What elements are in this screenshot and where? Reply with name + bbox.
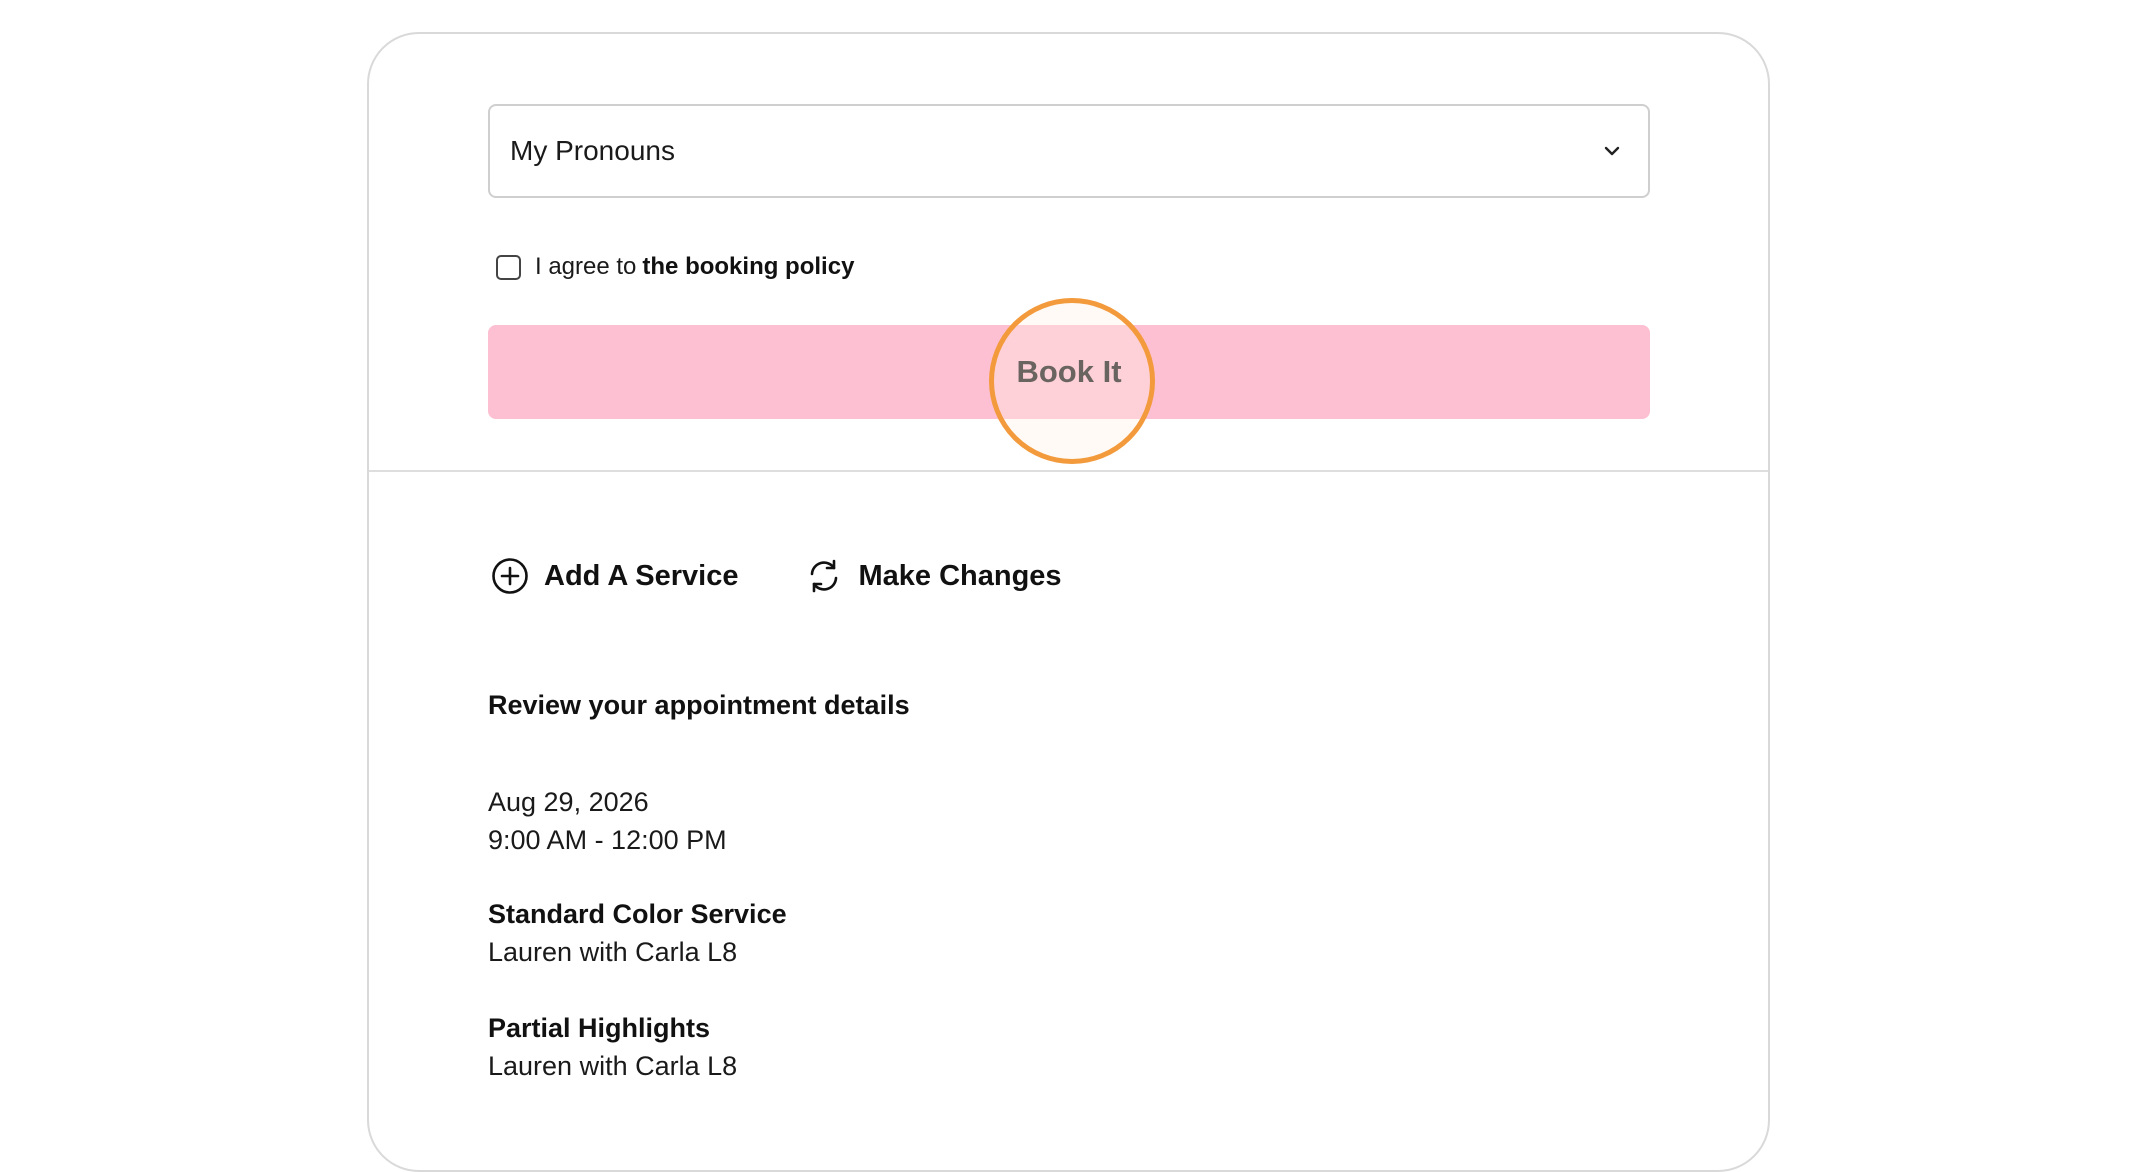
service-item: Standard Color Service Lauren with Carla… [488, 895, 787, 971]
plus-circle-icon [490, 556, 530, 596]
pronouns-select[interactable]: My Pronouns [488, 104, 1650, 198]
booking-policy-agreement: I agree to the booking policy [496, 252, 854, 282]
add-service-label: Add A Service [544, 559, 739, 592]
service-name: Partial Highlights [488, 1013, 711, 1043]
review-title: Review your appointment details [488, 690, 910, 720]
service-staff: Lauren with Carla L8 [488, 1051, 738, 1081]
agree-label: I agree to [535, 253, 637, 280]
appointment-date: Aug 29, 2026 [488, 787, 649, 817]
section-divider [369, 470, 1768, 472]
chevron-down-icon [1600, 139, 1624, 163]
service-item: Partial Highlights Lauren with Carla L8 [488, 1009, 737, 1085]
service-name: Standard Color Service [488, 899, 787, 929]
agree-checkbox[interactable] [496, 254, 521, 280]
make-changes-label: Make Changes [858, 559, 1062, 592]
appointment-time: 9:00 AM - 12:00 PM [488, 825, 727, 855]
make-changes-button[interactable]: Make Changes [804, 556, 1062, 596]
booking-policy-link[interactable]: the booking policy [642, 253, 854, 281]
booking-actions: Add A Service Make Changes [490, 556, 1062, 596]
book-it-button[interactable]: Book It [488, 325, 1650, 419]
appointment-datetime: Aug 29, 2026 9:00 AM - 12:00 PM [488, 783, 727, 859]
add-service-button[interactable]: Add A Service [490, 556, 738, 596]
book-it-label: Book It [1016, 354, 1122, 389]
refresh-icon [804, 556, 844, 596]
service-staff: Lauren with Carla L8 [488, 937, 738, 967]
pronouns-select-value: My Pronouns [510, 135, 675, 166]
booking-card [367, 32, 1770, 1172]
